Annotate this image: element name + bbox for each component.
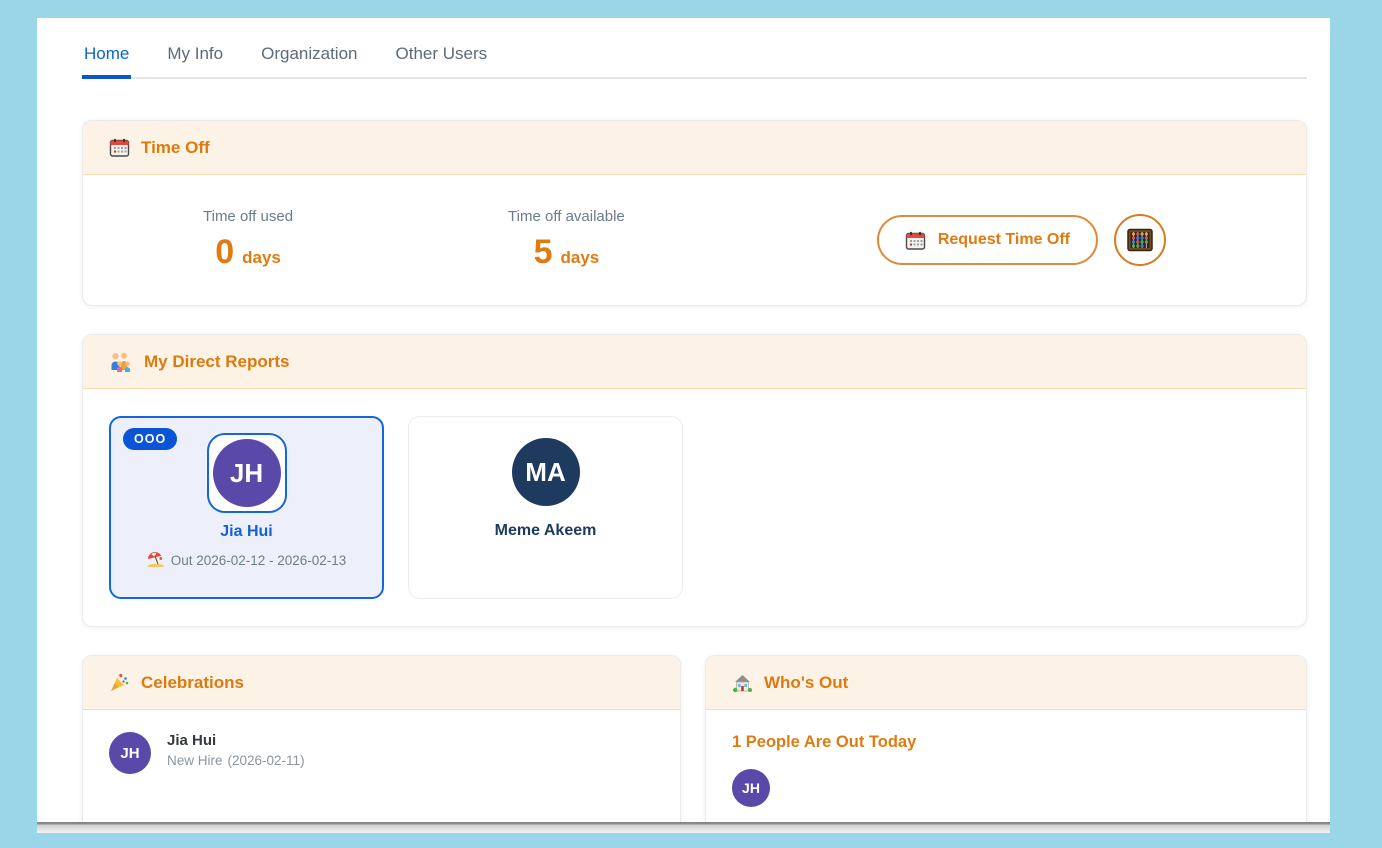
abacus-icon [1125,225,1155,255]
time-off-available-label: Time off available [508,208,625,225]
direct-reports-header: My Direct Reports [83,335,1306,389]
avatar-frame: JH [206,433,287,513]
avatar: JH [109,732,151,774]
family-icon [109,352,133,372]
calendar-icon [905,230,926,251]
avatar: JH [212,439,281,507]
direct-reports-title: My Direct Reports [144,351,290,371]
time-off-available-stat: Time off available 5 days [508,208,625,272]
calendar-icon [109,138,130,157]
whos-out-title: Who's Out [764,672,849,692]
time-off-balance-button[interactable] [1114,214,1166,266]
whos-out-header: Who's Out [706,656,1306,710]
time-off-used-stat: Time off used 0 days [203,208,293,272]
report-name: Meme Akeem [494,522,597,539]
direct-reports-card: My Direct Reports OOO JH Jia Hui Out 202… [82,334,1307,627]
main-content-panel: Home My Info Organization Other Users Ti… [37,18,1330,833]
celebrations-header: Celebrations [83,656,680,710]
direct-reports-body: OOO JH Jia Hui Out 2026-02-12 - 2026-02-… [83,389,1306,626]
time-off-actions: Request Time Off [876,214,1166,266]
horizontal-scrollbar[interactable] [37,822,1330,833]
bottom-row: Celebrations JH Jia Hui New Hire (2026-02… [82,655,1307,823]
whos-out-body: 1 People Are Out Today JH [706,710,1306,823]
avatar-frame: MA [506,432,586,512]
time-off-available-value: 5 days [533,233,600,271]
avatar[interactable]: JH [732,769,770,807]
whos-out-avatars: JH [732,769,1280,807]
celebration-name: Jia Hui [167,732,217,749]
whos-out-card: Who's Out 1 People Are Out Today JH [705,655,1307,823]
abacus-icon [1127,228,1153,252]
house-icon [732,673,753,693]
tab-my-info[interactable]: My Info [165,40,225,77]
whos-out-headline: 1 People Are Out Today [732,733,917,751]
report-card-jia-hui[interactable]: OOO JH Jia Hui Out 2026-02-12 - 2026-02-… [109,416,384,599]
celebration-item: JH Jia Hui New Hire (2026-02-11) [83,710,680,796]
party-popper-icon [109,672,130,693]
top-nav-tabs: Home My Info Organization Other Users [82,18,1307,79]
time-off-title: Time Off [141,137,210,157]
report-card-meme-akeem[interactable]: MA Meme Akeem [408,416,683,599]
tab-home[interactable]: Home [82,40,132,79]
celebrations-title: Celebrations [141,672,244,692]
time-off-card: Time Off Time off used 0 days Time off av… [82,120,1307,306]
report-status: Out 2026-02-12 - 2026-02-13 [111,551,382,570]
request-time-off-button[interactable]: Request Time Off [876,215,1098,265]
avatar: MA [511,438,580,506]
celebration-detail: New Hire (2026-02-11) [167,753,305,768]
tab-organization[interactable]: Organization [259,40,359,77]
tab-other-users[interactable]: Other Users [394,40,490,77]
calendar-icon [905,231,926,250]
time-off-used-value: 0 days [215,233,281,271]
ooo-badge: OOO [123,428,178,450]
time-off-used-label: Time off used [203,208,294,225]
time-off-header: Time Off [83,121,1306,175]
beach-umbrella-icon [147,551,164,570]
time-off-body: Time off used 0 days Time off available 5… [83,175,1306,305]
calendar-icon [109,137,130,158]
report-name: Jia Hui [220,523,273,540]
celebrations-card: Celebrations JH Jia Hui New Hire (2026-02… [82,655,681,823]
celebration-text: Jia Hui New Hire (2026-02-11) [167,732,305,768]
